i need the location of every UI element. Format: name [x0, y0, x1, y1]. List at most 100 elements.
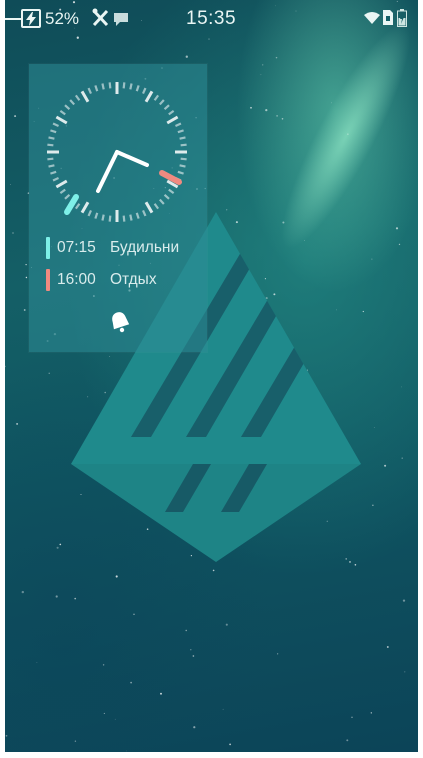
star [133, 613, 135, 616]
star [59, 543, 62, 546]
star [371, 258, 373, 260]
clock-tick [153, 94, 160, 101]
clock-tick [101, 83, 105, 90]
star [395, 227, 399, 230]
clock-tick [74, 94, 81, 101]
alarm-label: Отдых [110, 271, 157, 288]
clock-tick [142, 210, 147, 217]
star [400, 386, 402, 388]
star [5, 734, 8, 737]
star [14, 115, 17, 118]
clock-tick [55, 179, 68, 189]
battery-icon [397, 9, 407, 27]
clock-tick [159, 99, 165, 106]
star [48, 372, 50, 374]
clock-tick [52, 177, 59, 182]
star [354, 563, 357, 566]
alarm-marker-red [159, 170, 182, 185]
clock-tick [48, 164, 55, 168]
star [373, 427, 375, 428]
star [23, 309, 26, 311]
star [276, 114, 279, 117]
star [185, 55, 188, 58]
star [114, 718, 116, 720]
star [115, 575, 118, 578]
star [370, 712, 372, 714]
clock-tick [94, 85, 99, 92]
star [277, 653, 279, 655]
star [12, 232, 14, 234]
alarm-item[interactable]: 16:00 Отдых [46, 268, 207, 292]
clock-tick [80, 90, 90, 103]
star [398, 243, 401, 246]
star [25, 276, 28, 279]
clock-tick [179, 136, 186, 140]
home-screen: 52% 15:35 07:15 Будильни 16:00 Отдых [5, 0, 418, 752]
clock-tick [129, 214, 133, 221]
star [208, 38, 210, 40]
status-line [5, 18, 21, 20]
star [372, 504, 374, 506]
alarm-item[interactable]: 07:15 Будильни [46, 236, 207, 260]
star [193, 726, 196, 729]
wifi-icon [364, 12, 380, 24]
analog-clock[interactable] [44, 79, 190, 225]
star [347, 133, 349, 135]
clock-tick [135, 85, 140, 92]
star [265, 108, 268, 112]
star [74, 740, 77, 742]
clock-tick [166, 115, 179, 125]
star [74, 597, 77, 600]
alarm-label: Будильни [110, 239, 180, 256]
star [260, 74, 262, 76]
charging-icon [21, 9, 41, 28]
clock-tick [122, 82, 126, 89]
star [281, 118, 284, 120]
minute-hand [115, 150, 149, 167]
alarm-color-bar [46, 237, 50, 259]
star [21, 590, 24, 594]
star [102, 664, 105, 666]
clock-widget[interactable]: 07:15 Будильни 16:00 Отдых [29, 64, 207, 352]
star [76, 36, 79, 39]
clock-tick [175, 122, 182, 127]
chat-icon [114, 13, 128, 26]
star [5, 365, 6, 368]
clock-tick [122, 215, 126, 222]
star [229, 743, 231, 746]
clock-tick [179, 164, 186, 168]
status-time: 15:35 [186, 8, 237, 29]
clock-tick [55, 115, 68, 125]
clock-tick [59, 188, 66, 195]
star [192, 655, 195, 657]
star [55, 595, 58, 598]
clock-tick [80, 201, 90, 214]
clock-tick [101, 214, 105, 221]
star [130, 681, 132, 684]
clock-tick [180, 157, 187, 161]
tools-icon [92, 8, 109, 27]
sim-card-icon [383, 10, 393, 25]
alarm-time: 16:00 [57, 271, 96, 288]
alarm-marker-cyan [64, 194, 79, 215]
clock-tick [64, 194, 71, 200]
star [103, 712, 105, 714]
star [351, 716, 353, 718]
clock-tick [159, 198, 165, 205]
clock-tick [153, 203, 160, 210]
bell-icon[interactable] [109, 310, 131, 334]
star [36, 662, 38, 663]
star [404, 671, 406, 673]
clock-tick [180, 143, 187, 147]
star [386, 646, 389, 648]
star [225, 623, 228, 626]
star [212, 569, 215, 572]
clock-tick [163, 104, 170, 110]
clock-tick [163, 194, 170, 200]
star [226, 209, 228, 211]
star [346, 739, 349, 742]
clock-tick [47, 143, 54, 147]
star [331, 102, 332, 104]
clock-tick [87, 210, 92, 217]
star [384, 464, 387, 467]
